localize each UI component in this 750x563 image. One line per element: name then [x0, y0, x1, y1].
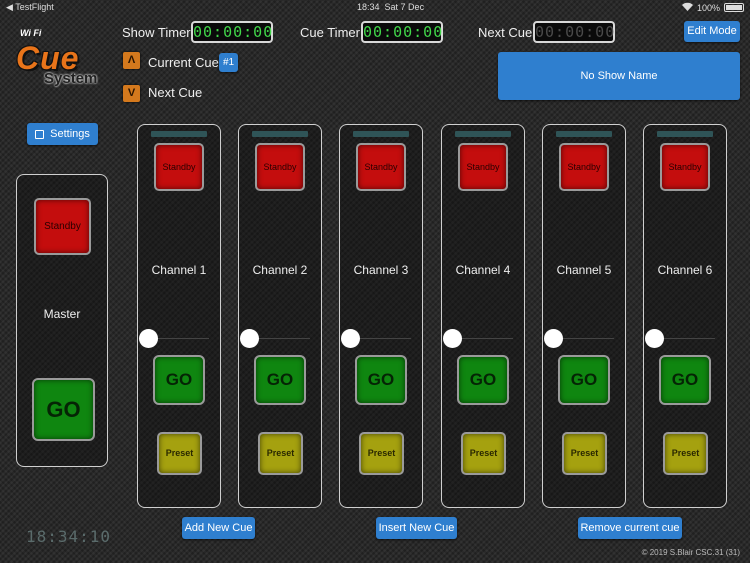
channel-1-preset-button[interactable]: Preset [157, 432, 202, 475]
channel-3-standby-button[interactable]: Standby [356, 143, 406, 191]
channel-5-go-button[interactable]: GO [558, 355, 610, 405]
channel-4-go-button[interactable]: GO [457, 355, 509, 405]
channel-3-slider-track [351, 338, 411, 339]
clock-display: 18:34:10 [26, 527, 112, 546]
channel-5-slider-knob[interactable] [544, 329, 563, 348]
channel-5-name: Channel 5 [556, 263, 612, 277]
back-app-label: TestFlight [15, 2, 54, 12]
next-cue-button[interactable]: V [123, 85, 140, 102]
master-label: Master [43, 307, 81, 321]
master-go-button[interactable]: GO [32, 378, 95, 441]
current-cue-badge: #1 [219, 53, 238, 72]
channel-4-standby-button[interactable]: Standby [458, 143, 508, 191]
next-cue-timer-label: Next Cue [478, 25, 533, 40]
show-timer-label: Show Timer [122, 25, 191, 40]
channel-2-slider-track [250, 338, 310, 339]
settings-icon [35, 129, 45, 139]
channel-2-indicator [252, 131, 308, 137]
battery-percent: 100% [696, 2, 720, 13]
channel-1-name: Channel 1 [151, 263, 207, 277]
status-bar-left[interactable]: ◀ TestFlight [6, 2, 54, 13]
insert-new-cue-button[interactable]: Insert New Cue [376, 517, 457, 539]
channel-1-standby-button[interactable]: Standby [154, 143, 204, 191]
status-date: Sat 7 Dec [384, 2, 425, 12]
channel-1-indicator [151, 131, 207, 137]
channel-4-name: Channel 4 [455, 263, 511, 277]
previous-cue-button[interactable]: Λ [123, 52, 140, 69]
channel-1-slider-track [149, 338, 209, 339]
show-name-field[interactable]: No Show Name [498, 52, 740, 100]
wifi-icon [681, 2, 693, 13]
channel-4-slider-knob[interactable] [443, 329, 462, 348]
channel-1-go-button[interactable]: GO [153, 355, 205, 405]
channel-6-slider-track [655, 338, 715, 339]
channel-2-slider-knob[interactable] [240, 329, 259, 348]
channel-4-preset-button[interactable]: Preset [461, 432, 506, 475]
copyright-text: © 2019 S.Blair CSC.31 (31) [641, 548, 740, 557]
next-cue-timer-display: 00:00:00 [533, 21, 616, 43]
channel-2-preset-button[interactable]: Preset [258, 432, 303, 475]
channel-6-go-button[interactable]: GO [659, 355, 711, 405]
show-timer-display: 00:00:00 [191, 21, 274, 43]
cue-timer-label: Cue Timer [300, 25, 360, 40]
status-bar-right: 100% [681, 2, 744, 13]
status-bar-clock: 18:34 Sat 7 Dec [357, 2, 424, 12]
settings-button[interactable]: Settings [27, 123, 98, 145]
channel-6-slider-knob[interactable] [645, 329, 664, 348]
channel-3-indicator [353, 131, 409, 137]
channel-2-standby-button[interactable]: Standby [255, 143, 305, 191]
remove-current-cue-button[interactable]: Remove current cue [578, 517, 682, 539]
battery-icon [724, 3, 744, 12]
channel-6-standby-button[interactable]: Standby [660, 143, 710, 191]
app-logo: Wi Fi Cue System [14, 26, 112, 92]
channel-5-indicator [556, 131, 612, 137]
channel-3-preset-button[interactable]: Preset [359, 432, 404, 475]
channel-3-name: Channel 3 [353, 263, 409, 277]
master-standby-button[interactable]: Standby [34, 198, 91, 255]
channel-2-name: Channel 2 [252, 263, 308, 277]
edit-mode-button[interactable]: Edit Mode [684, 21, 740, 42]
channel-5-preset-button[interactable]: Preset [562, 432, 607, 475]
channel-4-slider-track [453, 338, 513, 339]
channel-2-go-button[interactable]: GO [254, 355, 306, 405]
channel-3-slider-knob[interactable] [341, 329, 360, 348]
channel-6-preset-button[interactable]: Preset [663, 432, 708, 475]
status-time: 18:34 [357, 2, 380, 12]
current-cue-label: Current Cue [148, 55, 219, 70]
next-cue-nav-label: Next Cue [148, 85, 203, 100]
channel-6-name: Channel 6 [657, 263, 713, 277]
channel-5-slider-track [554, 338, 614, 339]
channel-1-slider-knob[interactable] [139, 329, 158, 348]
logo-wifi-text: Wi Fi [20, 28, 42, 38]
channel-6-indicator [657, 131, 713, 137]
channel-5-standby-button[interactable]: Standby [559, 143, 609, 191]
settings-label: Settings [50, 128, 90, 140]
channel-3-go-button[interactable]: GO [355, 355, 407, 405]
back-arrow-icon: ◀ [6, 2, 13, 12]
logo-system-text: System [44, 70, 98, 87]
channel-4-indicator [455, 131, 511, 137]
add-new-cue-button[interactable]: Add New Cue [182, 517, 255, 539]
cue-timer-display: 00:00:00 [361, 21, 444, 43]
